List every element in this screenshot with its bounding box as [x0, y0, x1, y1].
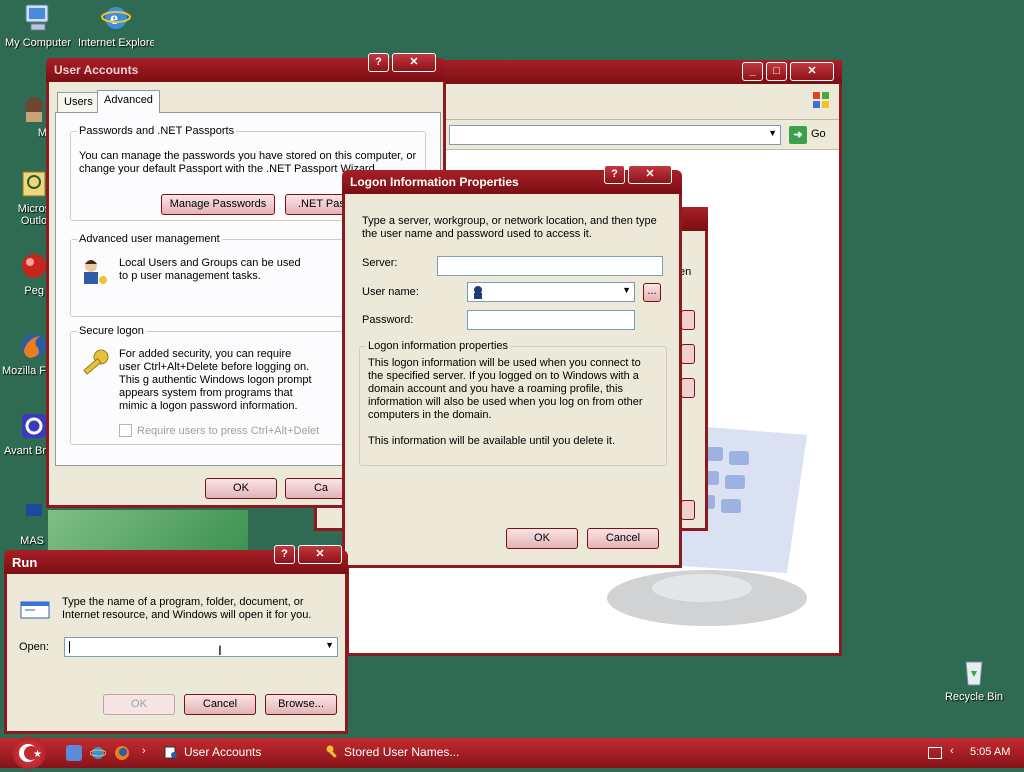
help-button[interactable]: ?: [604, 165, 625, 184]
run-icon: [17, 596, 53, 622]
svg-text:★: ★: [33, 749, 42, 760]
server-field[interactable]: [437, 256, 663, 276]
require-ctrl-alt-del-checkbox[interactable]: [119, 424, 132, 437]
window-title: Run: [12, 555, 38, 570]
users-group-icon: [79, 256, 111, 288]
chevron-down-icon: ▼: [768, 128, 777, 138]
user-accounts-icon: [164, 745, 178, 759]
key-icon: [79, 348, 111, 380]
ok-button[interactable]: OK: [205, 478, 277, 499]
help-button[interactable]: ?: [368, 53, 389, 72]
window-title: User Accounts: [54, 63, 139, 77]
ok-button[interactable]: OK: [506, 528, 578, 549]
stored-names-button[interactable]: [681, 500, 695, 520]
go-arrow-icon[interactable]: ➜: [789, 126, 807, 144]
manage-passwords-button[interactable]: Manage Passwords: [161, 194, 275, 215]
user-name-label: User name:: [362, 286, 419, 298]
start-button[interactable]: ★: [12, 737, 46, 769]
ok-button[interactable]: OK: [103, 694, 175, 715]
run-dialog: Run ? ✕ Type the name of a program, fold…: [4, 545, 348, 734]
open-label: Open:: [19, 641, 49, 653]
stored-names-button[interactable]: [681, 310, 695, 330]
logon-info-group-title: Logon information properties: [366, 340, 511, 352]
stored-names-button[interactable]: [681, 344, 695, 364]
cancel-button[interactable]: Cancel: [587, 528, 659, 549]
taskbar-item-label: Stored User Names...: [344, 745, 460, 759]
advanced-description: Local Users and Groups can be used to p …: [119, 257, 301, 282]
desktop-icon-internet-explorer[interactable]: e Internet Explorer: [78, 2, 154, 49]
logon-information-properties-window: Logon Information Properties ? ✕ Type a …: [342, 165, 682, 568]
chevron-right-icon[interactable]: ›: [142, 745, 146, 757]
server-label: Server:: [362, 257, 398, 269]
logon-intro-text: Type a server, workgroup, or network loc…: [362, 215, 657, 240]
chevron-down-icon: ▼: [622, 285, 631, 295]
desktop-icon-my-computer[interactable]: My Computer: [0, 2, 76, 49]
clock[interactable]: 5:05 AM: [970, 746, 1010, 758]
taskbar-item-stored-user-names[interactable]: Stored User Names...: [324, 743, 494, 765]
taskbar-item-label: User Accounts: [184, 745, 262, 759]
window-title: Logon Information Properties: [350, 175, 519, 189]
desktop-icon-recycle-bin[interactable]: Recycle Bin: [936, 656, 1012, 703]
go-label[interactable]: Go: [811, 128, 826, 140]
checkbox-label: Require users to press Ctrl+Alt+Delet: [137, 425, 320, 437]
close-button[interactable]: ✕: [790, 62, 834, 81]
maximize-button[interactable]: □: [766, 62, 787, 81]
logon-props-titlebar: Logon Information Properties ? ✕: [342, 165, 682, 194]
background-image-fragment: [48, 510, 248, 552]
chevron-left-icon[interactable]: ‹: [950, 745, 954, 757]
key-icon: [326, 745, 340, 759]
close-button[interactable]: ✕: [628, 165, 672, 184]
recycle-bin-icon: [958, 656, 990, 688]
passwords-group-title: Passwords and .NET Passports: [77, 125, 237, 137]
svg-text:e: e: [110, 8, 118, 28]
taskbar: ★ › User Accounts Stored User Names... ‹…: [0, 737, 1024, 769]
password-label: Password:: [362, 314, 414, 326]
cancel-button[interactable]: Cancel: [184, 694, 256, 715]
chevron-down-icon: ▼: [325, 640, 334, 650]
password-field[interactable]: [467, 310, 635, 330]
logon-info-text: This logon information will be used when…: [368, 357, 643, 421]
minimize-button[interactable]: _: [742, 62, 763, 81]
internet-explorer-icon[interactable]: [89, 745, 107, 761]
user-name-combobox[interactable]: ▼: [467, 282, 635, 302]
logon-info-text-2: This information will be available until…: [368, 435, 616, 447]
tab-users[interactable]: Users: [57, 92, 100, 112]
browse-button[interactable]: Browse...: [265, 694, 337, 715]
taskbar-item-user-accounts[interactable]: User Accounts: [162, 743, 312, 765]
secure-logon-description: For added security, you can require user…: [119, 348, 312, 412]
quick-launch-icon[interactable]: [66, 745, 82, 761]
open-combobox[interactable]: ▼: [64, 637, 338, 657]
firefox-icon[interactable]: [114, 745, 130, 761]
close-button[interactable]: ✕: [392, 53, 436, 72]
stored-names-button[interactable]: [681, 378, 695, 398]
advanced-group-title: Advanced user management: [77, 233, 222, 245]
logon-info-group: Logon information properties This logon …: [359, 340, 667, 466]
help-button[interactable]: ?: [274, 545, 295, 564]
windows-flag-icon: [811, 90, 831, 110]
keyboard-icon[interactable]: [928, 747, 942, 759]
text-cursor: [69, 641, 70, 653]
ibeam-cursor-icon: I: [218, 642, 222, 658]
run-description: Type the name of a program, folder, docu…: [62, 596, 312, 621]
secure-logon-title: Secure logon: [77, 325, 146, 337]
close-button[interactable]: ✕: [298, 545, 342, 564]
user-icon: [471, 285, 485, 299]
user-accounts-titlebar: User Accounts ? ✕: [46, 53, 446, 82]
computer-icon: [22, 2, 54, 34]
tab-advanced[interactable]: Advanced: [97, 90, 160, 113]
address-input[interactable]: ▼: [449, 125, 781, 145]
run-titlebar: Run ? ✕: [4, 545, 348, 574]
browse-user-button[interactable]: ...: [643, 283, 661, 302]
internet-explorer-icon: e: [100, 2, 132, 34]
